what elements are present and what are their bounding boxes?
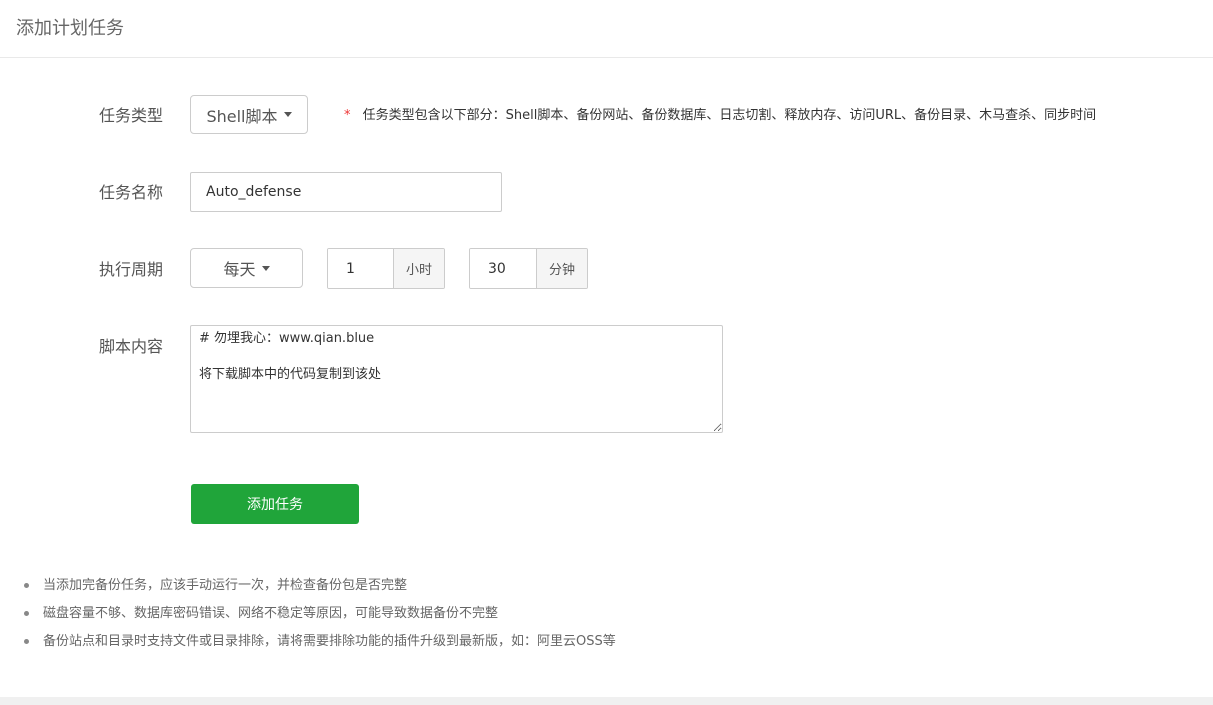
add-task-button-label: 添加任务 — [247, 497, 303, 513]
tips-list: 当添加完备份任务，应该手动运行一次，并检查备份包是否完整 磁盘容量不够、数据库密… — [24, 576, 616, 660]
hour-input-group: 小时 — [327, 248, 445, 289]
minute-input[interactable] — [470, 249, 536, 288]
bullet-icon — [24, 639, 29, 644]
hour-unit: 小时 — [393, 249, 444, 288]
minute-unit: 分钟 — [536, 249, 587, 288]
tip-text: 当添加完备份任务，应该手动运行一次，并检查备份包是否完整 — [43, 578, 408, 593]
page-header: 添加计划任务 — [0, 0, 1213, 58]
task-type-label: 任务类型 — [99, 106, 164, 125]
task-type-hint: * 任务类型包含以下部分：Shell脚本、备份网站、备份数据库、日志切割、释放内… — [344, 107, 1096, 125]
page-title: 添加计划任务 — [16, 18, 124, 39]
bullet-icon — [24, 583, 29, 588]
caret-down-icon — [261, 265, 270, 271]
add-task-button[interactable]: 添加任务 — [191, 484, 359, 524]
bullet-icon — [24, 611, 29, 616]
cycle-value: 每天 — [223, 260, 256, 279]
cycle-select[interactable]: 每天 — [190, 248, 303, 288]
task-type-value: Shell脚本 — [206, 106, 278, 126]
task-name-input[interactable] — [190, 172, 502, 212]
cycle-label: 执行周期 — [99, 260, 164, 279]
tip-text: 磁盘容量不够、数据库密码错误、网络不稳定等原因，可能导致数据备份不完整 — [43, 606, 499, 621]
tip-text: 备份站点和目录时支持文件或目录排除，请将需要排除功能的插件升级到最新版，如：阿里… — [43, 634, 616, 649]
minute-input-group: 分钟 — [469, 248, 588, 289]
tip-item: 备份站点和目录时支持文件或目录排除，请将需要排除功能的插件升级到最新版，如：阿里… — [24, 632, 616, 660]
required-star: * — [344, 108, 351, 123]
hour-input[interactable] — [328, 249, 393, 288]
script-content-textarea[interactable]: # 勿埋我心：www.qian.blue 将下载脚本中的代码复制到该处 — [190, 325, 723, 433]
task-type-select[interactable]: Shell脚本 — [190, 95, 308, 134]
task-name-label: 任务名称 — [99, 183, 164, 202]
script-label: 脚本内容 — [99, 337, 164, 356]
footer-bar — [0, 697, 1213, 705]
add-cron-task-page: 添加计划任务 任务类型 Shell脚本 * 任务类型包含以下部分：Shell脚本… — [0, 0, 1213, 705]
tip-item: 磁盘容量不够、数据库密码错误、网络不稳定等原因，可能导致数据备份不完整 — [24, 604, 616, 632]
caret-down-icon — [283, 112, 292, 117]
task-type-hint-text: 任务类型包含以下部分：Shell脚本、备份网站、备份数据库、日志切割、释放内存、… — [362, 108, 1097, 123]
tip-item: 当添加完备份任务，应该手动运行一次，并检查备份包是否完整 — [24, 576, 616, 604]
